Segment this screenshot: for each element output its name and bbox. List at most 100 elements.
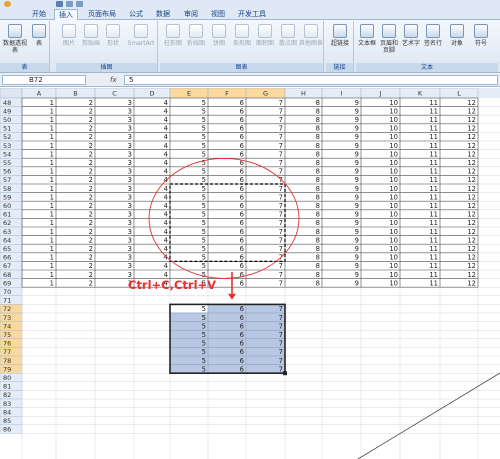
text-box-button[interactable]: 文本框 [356, 23, 378, 61]
cell-value: 6 [240, 150, 244, 158]
symbol-button[interactable]: 符号 [470, 23, 492, 61]
annotation-arrow-head[interactable] [228, 293, 236, 300]
shapes-button[interactable]: 形状 [102, 23, 124, 61]
area-chart-button[interactable]: 面积图 [254, 23, 276, 61]
tab-formulas[interactable]: 公式 [125, 9, 147, 20]
cell-value: 10 [389, 202, 398, 210]
cell-value: 4 [164, 219, 168, 227]
annotation-text: Ctrl+C,Ctrl+V [128, 278, 216, 292]
cell-value: 12 [467, 236, 476, 244]
tab-home[interactable]: 开始 [28, 9, 50, 20]
cell-value: 3 [128, 150, 132, 158]
column-chart-button[interactable]: 柱形图 [162, 23, 184, 61]
header-footer-button[interactable]: 页眉和页脚 [378, 23, 400, 61]
cell-value: 1 [50, 142, 54, 150]
cell-value: 5 [202, 193, 206, 201]
cell-value: 1 [50, 254, 54, 262]
save-icon[interactable] [56, 1, 63, 7]
cell-value: 9 [355, 142, 359, 150]
worksheet-canvas[interactable]: A B C D E F G H I J K L4849505152535455565758596061… [0, 88, 500, 459]
cell-value: 9 [355, 236, 359, 244]
redo-icon[interactable] [76, 1, 83, 7]
bar-chart-button[interactable]: 条形图 [231, 23, 253, 61]
cell-value: 12 [467, 193, 476, 201]
office-button-icon[interactable] [4, 1, 11, 7]
pie-chart-button[interactable]: 饼图 [208, 23, 230, 61]
tab-review[interactable]: 审阅 [180, 9, 202, 20]
table-button[interactable]: 表 [28, 23, 50, 61]
tab-page-layout[interactable]: 页面布局 [84, 9, 120, 20]
cell-value: 3 [128, 219, 132, 227]
cell-value: 8 [316, 142, 320, 150]
pasted-cell-value: 7 [279, 305, 283, 313]
formula-bar: B72 fx 5 [0, 73, 500, 87]
row-header-label: 59 [3, 193, 11, 201]
cell-value: 1 [50, 159, 54, 167]
cell-value: 2 [89, 211, 93, 219]
cell-value: 12 [467, 228, 476, 236]
copy-selection-marquee[interactable] [169, 183, 286, 263]
cell-value: 12 [467, 159, 476, 167]
cell-value: 2 [89, 193, 93, 201]
cell-value: 2 [89, 159, 93, 167]
clip-art-button[interactable]: 剪贴画 [80, 23, 102, 61]
cell-value: 5 [202, 99, 206, 107]
picture-button[interactable]: 图片 [58, 23, 80, 61]
cell-value: 9 [355, 202, 359, 210]
pasted-cell-value: 7 [279, 348, 283, 356]
signature-line-button[interactable]: 签名行 [422, 23, 444, 61]
pasted-cell-value: 7 [279, 340, 283, 348]
cell-value: 8 [316, 219, 320, 227]
scatter-chart-icon [281, 24, 295, 38]
name-box[interactable]: B72 [2, 75, 86, 85]
cell-value: 11 [429, 150, 438, 158]
cell-value: 10 [389, 176, 398, 184]
cell-value: 12 [467, 150, 476, 158]
pasted-cell-value: 6 [240, 314, 244, 322]
cell-value: 10 [389, 219, 398, 227]
cell-value: 5 [202, 202, 206, 210]
row-header-label: 80 [3, 374, 11, 382]
cell-value: 3 [128, 202, 132, 210]
pivot-table-button[interactable]: 数据透视表 [2, 23, 28, 61]
cell-value: 12 [467, 176, 476, 184]
select-all-corner[interactable] [0, 88, 23, 99]
scatter-chart-button[interactable]: 散点图 [277, 23, 299, 61]
cell-value: 4 [164, 236, 168, 244]
worksheet-grid[interactable]: A B C D E F G H I J K L 48 49 50 51 52 53 54 55 56 57 58 59 60 61… [0, 88, 500, 459]
cell-value: 6 [240, 219, 244, 227]
fx-icon[interactable]: fx [110, 75, 122, 85]
cell-value: 7 [279, 168, 283, 176]
cell-value: 9 [355, 150, 359, 158]
tab-data[interactable]: 数据 [152, 9, 174, 20]
cell-value: 2 [89, 262, 93, 270]
cell-value: 12 [467, 107, 476, 115]
row-header-label: 67 [3, 262, 11, 270]
cell-value: 9 [355, 159, 359, 167]
undo-icon[interactable] [66, 1, 73, 7]
cell-value: 6 [240, 193, 244, 201]
column-header-label: K [418, 90, 423, 98]
formula-input[interactable]: 5 [124, 75, 498, 85]
smartart-button[interactable]: SmartArt [126, 23, 156, 61]
cell-value: 2 [89, 107, 93, 115]
cell-value: 12 [467, 168, 476, 176]
cell-value: 10 [389, 133, 398, 141]
cell-value: 10 [389, 150, 398, 158]
cell-value: 1 [50, 271, 54, 279]
tab-developer[interactable]: 开发工具 [234, 9, 270, 20]
cell-value: 8 [316, 262, 320, 270]
cell-value: 3 [128, 254, 132, 262]
cell-value: 9 [355, 254, 359, 262]
tab-view[interactable]: 视图 [207, 9, 229, 20]
pasted-cell-value: 5 [202, 365, 206, 373]
hyperlink-button[interactable]: 超链接 [328, 23, 352, 61]
cell-value: 1 [50, 245, 54, 253]
wordart-button[interactable]: 艺术字 [400, 23, 422, 61]
cell-value: 5 [202, 133, 206, 141]
other-charts-button[interactable]: 其他图表 [299, 23, 323, 61]
line-chart-button[interactable]: 折线图 [185, 23, 207, 61]
fill-handle[interactable] [283, 371, 287, 376]
object-button[interactable]: 对象 [446, 23, 468, 61]
area-chart-icon [258, 24, 272, 38]
